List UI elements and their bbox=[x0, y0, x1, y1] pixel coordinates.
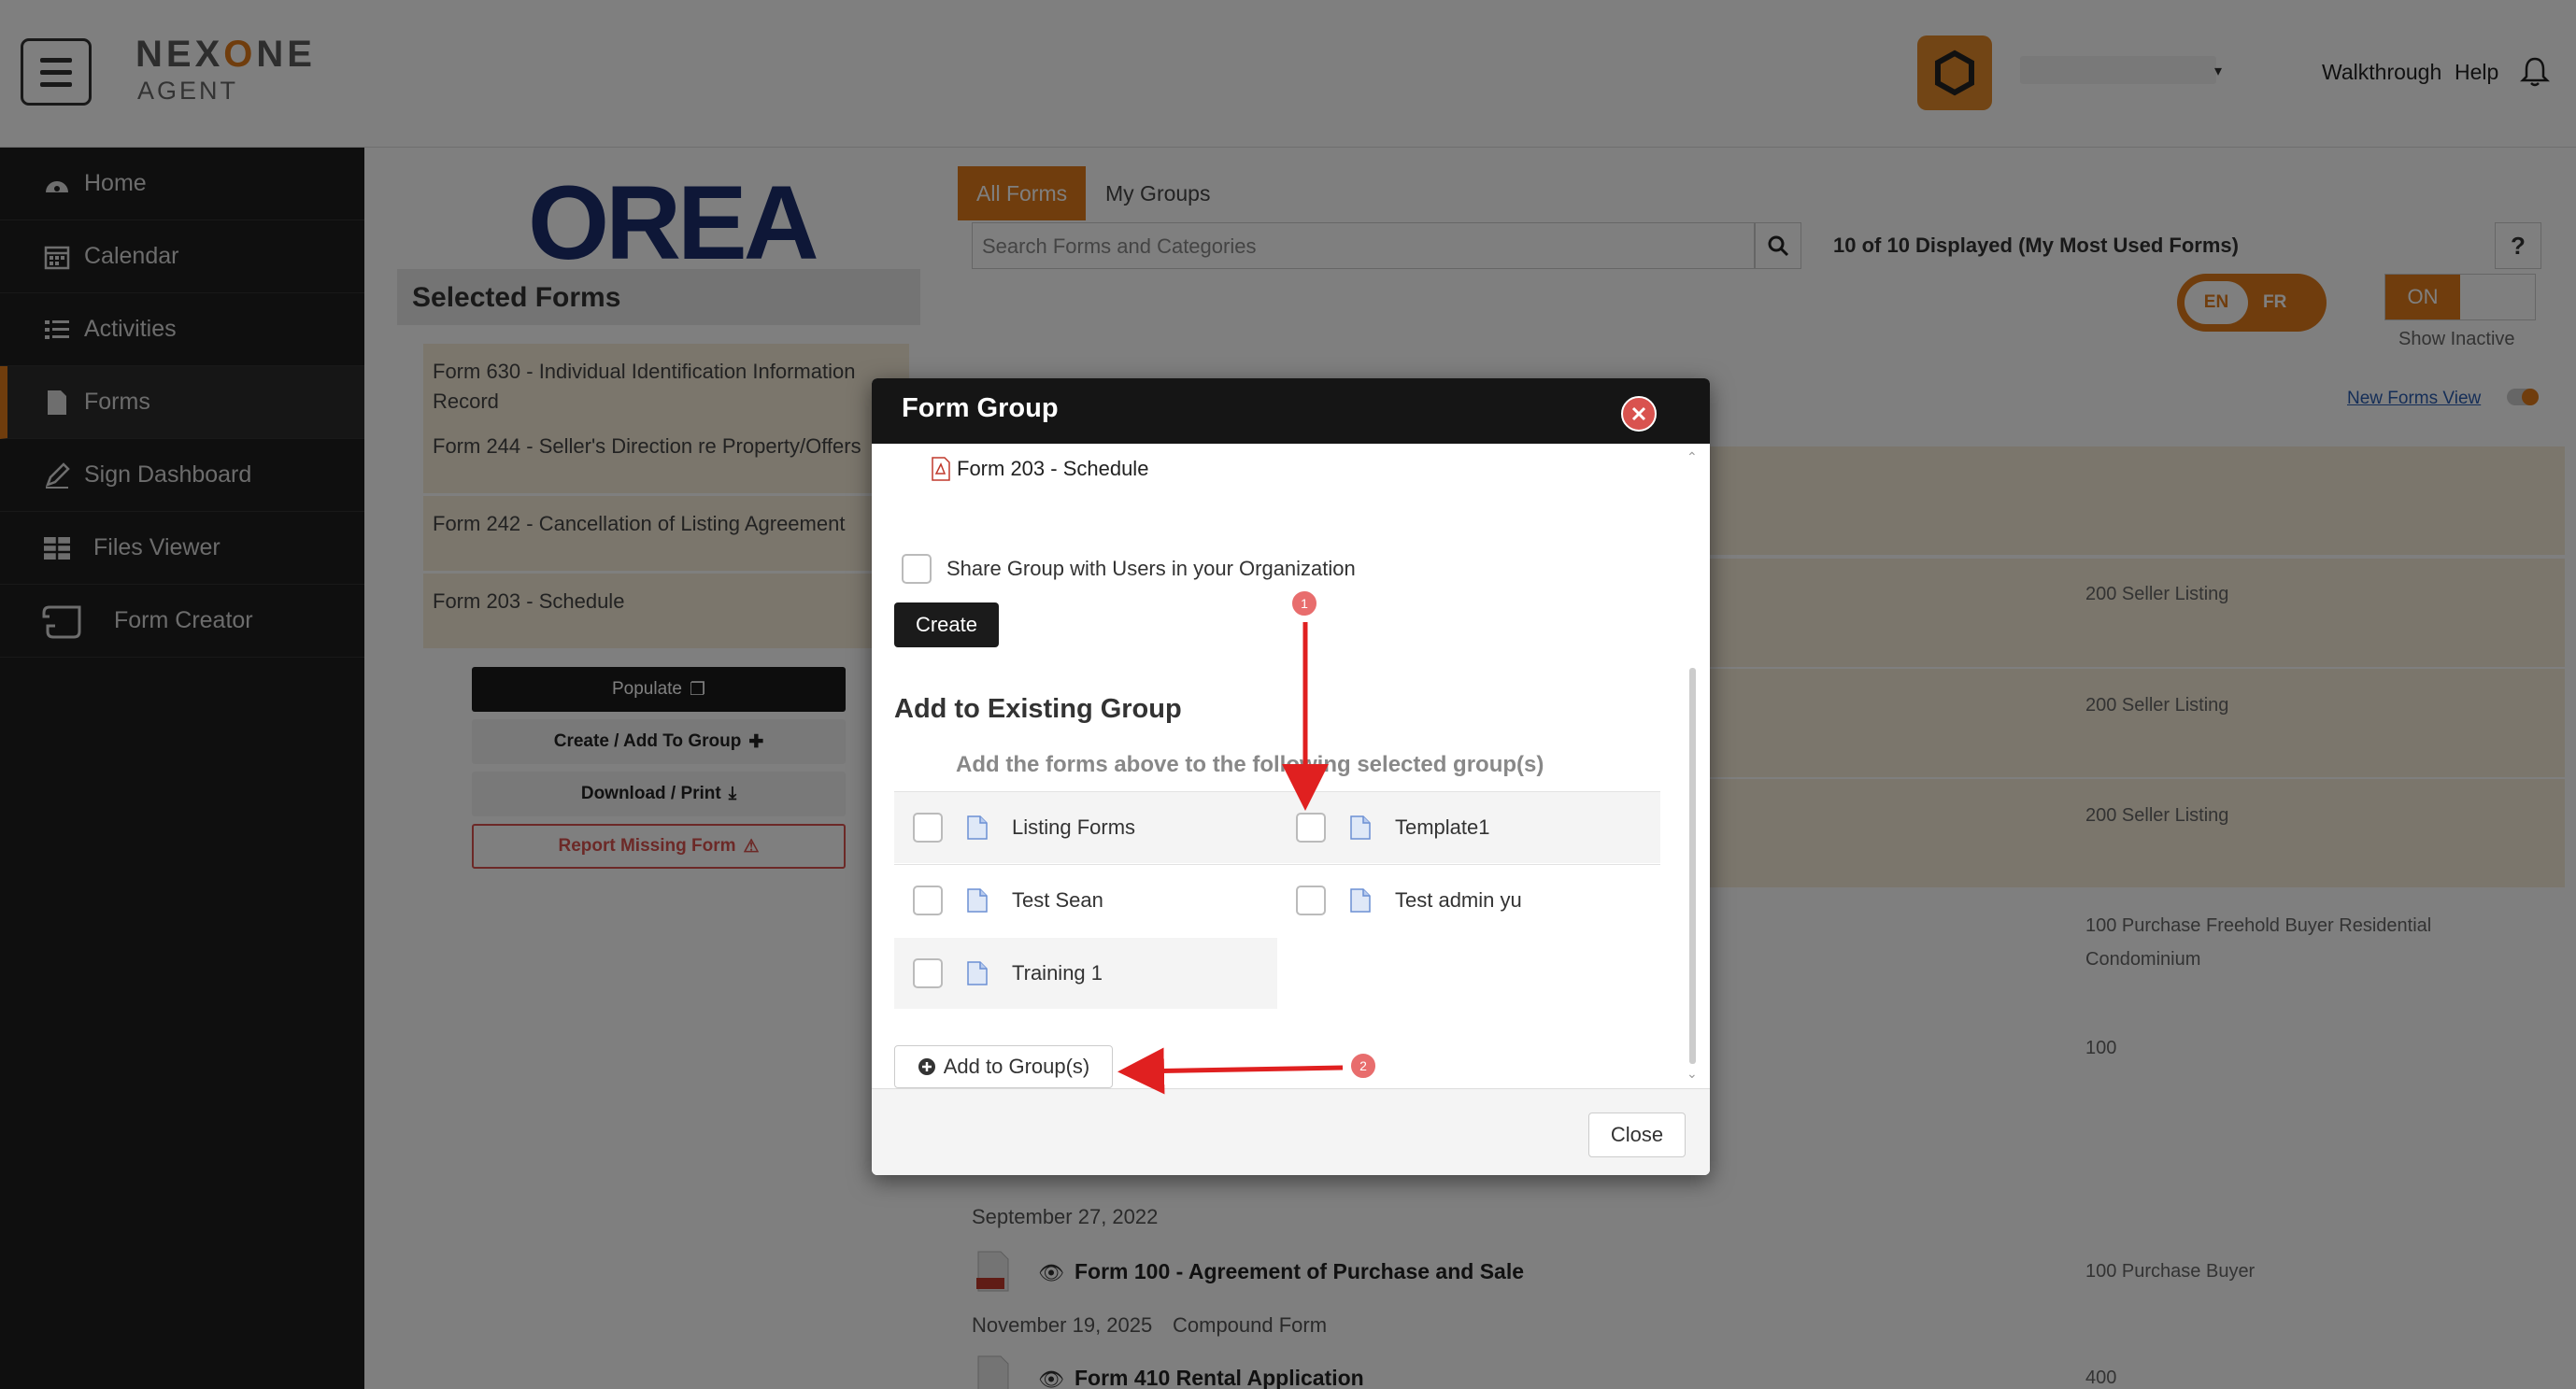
annotation-arrow-2 bbox=[1117, 1047, 1344, 1095]
annotation-layer bbox=[1117, 622, 1344, 1095]
annotation-badge-2: 2 bbox=[1349, 1052, 1377, 1080]
annotation-badge-1: 1 bbox=[1290, 589, 1318, 617]
